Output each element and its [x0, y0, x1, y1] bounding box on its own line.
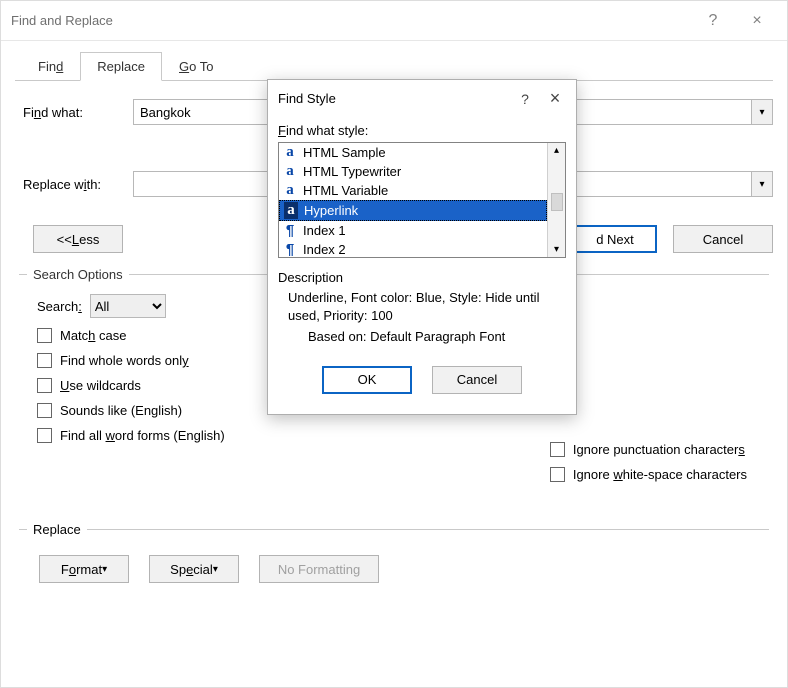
style-list-item[interactable]: a HTML Variable — [279, 181, 547, 200]
character-icon: a — [284, 202, 298, 219]
suffix-option-fragment: ffix — [550, 389, 747, 404]
dialog-help-button[interactable]: ? — [510, 91, 540, 107]
style-list-item[interactable]: a HTML Typewriter — [279, 162, 547, 181]
paragraph-icon: ¶ — [283, 222, 297, 239]
use-wildcards-checkbox[interactable]: Use wildcards — [37, 378, 225, 393]
style-list-item-label: Index 2 — [303, 242, 346, 257]
scroll-thumb[interactable] — [551, 193, 563, 211]
dialog-ok-button[interactable]: OK — [322, 366, 412, 394]
find-style-dialog: Find Style ? × Find what style: a HTML Sa… — [267, 79, 577, 415]
scroll-down-icon[interactable]: ▾ — [554, 244, 559, 255]
checkbox-icon — [37, 428, 52, 443]
less-button[interactable]: << Less — [33, 225, 123, 253]
style-list-item-label: HTML Variable — [303, 183, 388, 198]
find-style-label: Find what style: — [278, 123, 566, 138]
character-icon: a — [283, 182, 297, 199]
find-what-dropdown[interactable]: ▾ — [751, 99, 773, 125]
style-list-item-label: HTML Sample — [303, 145, 386, 160]
replace-bar-group: Replace Format Special No Formatting — [19, 522, 769, 583]
tabs: Find Replace Go To — [15, 51, 773, 80]
checkbox-icon — [37, 403, 52, 418]
sounds-like-checkbox[interactable]: Sounds like (English) — [37, 403, 225, 418]
replace-bar-legend: Replace — [27, 522, 87, 537]
dialog-cancel-button[interactable]: Cancel — [432, 366, 522, 394]
match-case-checkbox[interactable]: Match case — [37, 328, 225, 343]
replace-with-dropdown[interactable]: ▾ — [751, 171, 773, 197]
format-button[interactable]: Format — [39, 555, 129, 583]
find-replace-window: Find and Replace ? × Find Replace Go To … — [0, 0, 788, 688]
window-title: Find and Replace — [11, 13, 113, 28]
checkbox-icon — [550, 442, 565, 457]
checkbox-icon — [37, 378, 52, 393]
cancel-button[interactable]: Cancel — [673, 225, 773, 253]
description-text-2: Based on: Default Paragraph Font — [308, 328, 566, 346]
tab-replace[interactable]: Replace — [80, 52, 162, 81]
scroll-up-icon[interactable]: ▴ — [554, 145, 559, 156]
paragraph-icon: ¶ — [283, 241, 297, 258]
checkbox-icon — [37, 353, 52, 368]
character-icon: a — [283, 163, 297, 180]
style-list-item-label: Index 1 — [303, 223, 346, 238]
tab-goto[interactable]: Go To — [162, 52, 230, 81]
search-options-legend: Search Options — [27, 267, 129, 282]
search-direction-select[interactable]: All — [90, 294, 166, 318]
ignore-punctuation-checkbox[interactable]: Ignore punctuation characters — [550, 442, 747, 457]
style-listbox[interactable]: a HTML Sample a HTML Typewriter a HTML Variab… — [278, 142, 566, 258]
no-formatting-button: No Formatting — [259, 555, 379, 583]
special-button[interactable]: Special — [149, 555, 239, 583]
style-list-item[interactable]: ¶ Index 2 — [279, 240, 547, 259]
scrollbar[interactable]: ▴ ▾ — [547, 143, 565, 257]
style-list-item[interactable]: a HTML Sample — [279, 143, 547, 162]
search-direction-label: Search: — [37, 299, 82, 314]
character-icon: a — [283, 144, 297, 161]
description-label: Description — [278, 270, 566, 285]
titlebar: Find and Replace ? × — [1, 1, 787, 41]
checkbox-icon — [37, 328, 52, 343]
style-list-item[interactable]: ¶ Index 1 — [279, 221, 547, 240]
find-next-button[interactable]: d Next — [573, 225, 657, 253]
dialog-titlebar: Find Style ? × — [268, 80, 576, 117]
prefix-option-fragment: efix — [550, 364, 747, 379]
checkbox-icon — [550, 467, 565, 482]
help-button[interactable]: ? — [691, 12, 735, 30]
ignore-whitespace-checkbox[interactable]: Ignore white-space characters — [550, 467, 747, 482]
find-what-label: Find what: — [23, 105, 133, 120]
description-text-1: Underline, Font color: Blue, Style: Hide… — [288, 289, 566, 324]
dialog-close-button[interactable]: × — [540, 88, 570, 109]
dialog-title: Find Style — [278, 91, 336, 106]
close-button[interactable]: × — [735, 12, 779, 30]
replace-with-label: Replace with: — [23, 177, 133, 192]
style-list-item[interactable]: a Hyperlink — [279, 200, 547, 221]
style-list-item-label: HTML Typewriter — [303, 164, 401, 179]
tab-find[interactable]: Find — [21, 52, 80, 81]
whole-words-checkbox[interactable]: Find whole words only — [37, 353, 225, 368]
word-forms-checkbox[interactable]: Find all word forms (English) — [37, 428, 225, 443]
style-list-item-label: Hyperlink — [304, 203, 358, 218]
